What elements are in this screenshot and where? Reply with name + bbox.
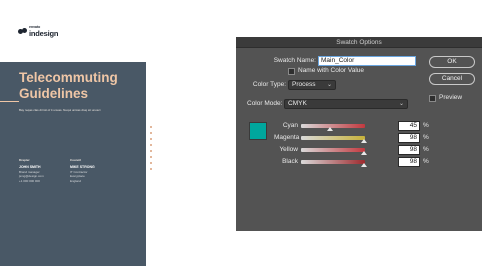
slider-row-black: Black 98% xyxy=(274,157,434,168)
channel-label: Yellow xyxy=(279,146,298,153)
preview-label: Preview xyxy=(439,94,463,101)
cancel-button[interactable]: Cancel xyxy=(429,73,475,85)
contact-column-1: Drapter JOHN SMITH Brand manager jsmg@de… xyxy=(19,158,59,183)
contact-column-2: Council MIKE STRONG IT Contractor Everyp… xyxy=(70,158,110,183)
document-preview: envato indesign Telecommuting Guidelines… xyxy=(0,0,146,266)
slider-row-cyan: Cyan 45% xyxy=(274,121,434,132)
color-type-label: Color Type: xyxy=(252,81,286,88)
slider-thumb[interactable] xyxy=(327,127,333,131)
percent-unit: % xyxy=(423,122,429,129)
color-type-select[interactable]: Process ⌄ xyxy=(288,80,336,90)
document-header: envato indesign xyxy=(0,0,146,62)
title-rule xyxy=(0,101,19,102)
preview-checkbox[interactable] xyxy=(429,95,436,102)
channel-slider-track[interactable] xyxy=(301,136,365,140)
channel-slider-track[interactable] xyxy=(301,148,365,152)
contact-label: Council xyxy=(70,158,81,162)
contact-line: England xyxy=(70,178,82,183)
slider-thumb[interactable] xyxy=(361,139,367,143)
contact-line: +1 000 000 000 xyxy=(19,178,40,183)
name-with-color-value-label: Name with Color Value xyxy=(298,67,364,74)
slider-thumb[interactable] xyxy=(361,163,367,167)
color-mode-label: Color Mode: xyxy=(247,100,283,107)
dialog-titlebar[interactable]: Swatch Options xyxy=(236,37,482,48)
color-mode-value: CMYK xyxy=(288,100,307,107)
slider-row-yellow: Yellow 98% xyxy=(274,145,434,156)
swatch-name-label: Swatch Name: xyxy=(273,57,316,64)
channel-slider-track[interactable] xyxy=(301,160,365,164)
channel-value-input[interactable]: 98 xyxy=(398,145,420,155)
channel-value-input[interactable]: 98 xyxy=(398,133,420,143)
percent-unit: % xyxy=(423,146,429,153)
percent-unit: % xyxy=(423,158,429,165)
channel-label: Magenta xyxy=(274,134,300,141)
name-with-color-value-checkbox[interactable] xyxy=(288,68,295,75)
logo-icon xyxy=(18,28,27,35)
logo: envato indesign xyxy=(18,25,78,39)
slider-thumb[interactable] xyxy=(361,151,367,155)
swatch-options-dialog: Swatch Options Swatch Name: Main_Color N… xyxy=(236,37,482,231)
channel-value-input[interactable]: 98 xyxy=(398,157,420,167)
document-title-line: Telecommuting xyxy=(19,70,118,85)
color-mode-select[interactable]: CMYK ⌄ xyxy=(284,99,408,109)
chevron-down-icon: ⌄ xyxy=(326,82,332,88)
percent-unit: % xyxy=(423,134,429,141)
color-swatch-preview xyxy=(249,122,267,140)
channel-label: Black xyxy=(282,158,298,165)
side-dots-decoration xyxy=(150,126,152,186)
contact-label: Drapter xyxy=(19,158,30,162)
screen: envato indesign Telecommuting Guidelines… xyxy=(0,0,482,266)
logo-text: indesign xyxy=(29,29,59,38)
slider-row-magenta: Magenta 98% xyxy=(274,133,434,144)
color-type-value: Process xyxy=(292,81,316,88)
channel-label: Cyan xyxy=(282,122,298,129)
document-title-line: Guidelines xyxy=(19,86,89,101)
channel-slider-track[interactable] xyxy=(301,124,365,128)
document-tagline: Bay reqas clas dirmit of it unuas. Nequi… xyxy=(19,108,101,112)
channel-value-input[interactable]: 45 xyxy=(398,121,420,131)
document-title: Telecommuting Guidelines xyxy=(19,70,144,102)
ok-button[interactable]: OK xyxy=(429,56,475,68)
swatch-name-input[interactable]: Main_Color xyxy=(318,56,416,66)
dialog-title: Swatch Options xyxy=(336,39,382,46)
chevron-down-icon: ⌄ xyxy=(398,101,404,107)
